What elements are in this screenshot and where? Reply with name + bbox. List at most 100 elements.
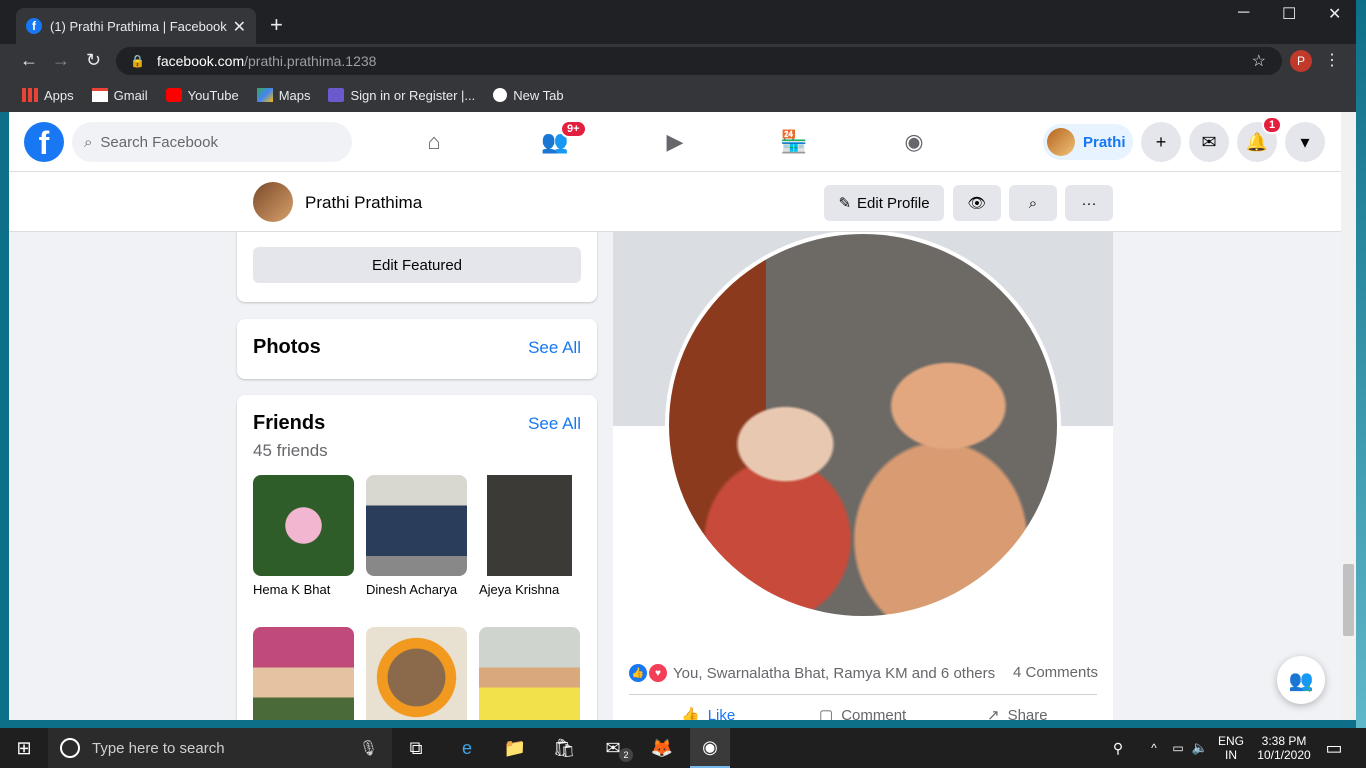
action-center-icon[interactable]: ▭ <box>1322 736 1346 760</box>
photos-see-all-link[interactable]: See All <box>528 338 581 358</box>
scroll-thumb[interactable] <box>1343 564 1354 636</box>
love-reaction-icon: ♥ <box>649 664 667 682</box>
avatar[interactable] <box>253 182 293 222</box>
youtube-icon <box>165 88 182 102</box>
comments-count-link[interactable]: 4 Comments <box>1013 664 1098 681</box>
edge-icon[interactable]: e <box>455 736 479 760</box>
tray-chevron-icon[interactable]: ^ <box>1142 736 1166 760</box>
firefox-icon[interactable]: 🦊 <box>650 736 674 760</box>
bookmark-youtube[interactable]: YouTube <box>165 88 239 103</box>
friends-title: Friends <box>253 412 326 434</box>
photos-title: Photos <box>253 336 321 358</box>
like-button[interactable]: 👍 Like <box>681 706 735 721</box>
forward-icon[interactable]: → <box>52 50 70 71</box>
page-scrollbar[interactable] <box>1341 112 1356 720</box>
mail-badge: 2 <box>619 748 633 762</box>
facebook-search-input[interactable]: ⌕ Search Facebook <box>72 122 352 162</box>
friend-photo <box>366 475 467 576</box>
window-close-icon[interactable]: ✕ <box>1328 4 1341 24</box>
bookmark-signin[interactable]: Sign in or Register |... <box>328 88 475 103</box>
eye-icon: 👁 <box>967 195 987 212</box>
bookmarks-bar: Apps Gmail YouTube Maps Sign in or Regis… <box>0 78 1356 112</box>
facebook-logo-icon[interactable]: f <box>24 122 64 162</box>
windows-start-icon[interactable]: ⊞ <box>12 736 36 760</box>
taskbar-search-input[interactable]: Type here to search 🎙 <box>48 728 392 768</box>
taskbar-search-placeholder: Type here to search <box>92 739 225 757</box>
maximize-icon[interactable]: ☐ <box>1282 4 1296 24</box>
people-taskbar-icon[interactable]: ⚲ <box>1106 736 1130 760</box>
microphone-icon[interactable]: 🎙 <box>359 739 378 757</box>
language-indicator[interactable]: ENG IN <box>1218 734 1244 762</box>
share-icon: ↗ <box>987 707 1000 720</box>
tab-title: (1) Prathi Prathima | Facebook <box>50 18 227 34</box>
bookmark-gmail[interactable]: Gmail <box>91 88 148 103</box>
marketplace-icon[interactable]: 🏪 <box>776 124 812 160</box>
new-tab-button[interactable]: + <box>270 12 283 38</box>
friend-tile[interactable] <box>366 627 467 720</box>
edit-profile-button[interactable]: ✎ Edit Profile <box>824 185 944 221</box>
watch-icon[interactable]: ▶ <box>657 124 693 160</box>
photos-card: Photos See All <box>237 319 597 379</box>
home-icon[interactable]: ⌂ <box>416 124 452 160</box>
reactions-text: You, Swarnalatha Bhat, Ramya KM and 6 ot… <box>673 664 996 682</box>
browser-chrome: f (1) Prathi Prathima | Facebook ✕ + ─ ☐… <box>0 0 1356 112</box>
profile-name[interactable]: Prathi Prathima <box>305 193 422 213</box>
friend-tile[interactable] <box>479 627 580 720</box>
like-reaction-icon: 👍 <box>629 664 647 682</box>
friend-tile[interactable] <box>253 627 354 720</box>
profile-picture-photo[interactable] <box>665 232 1061 620</box>
address-row: ← → ↻ 🔒 facebook.com/prathi.prathima.123… <box>0 44 1356 78</box>
friend-tile[interactable]: Dinesh Acharya <box>366 475 467 597</box>
friends-card: Friends See All 45 friends Hema K Bhat D… <box>237 395 597 720</box>
browser-profile-avatar[interactable]: P <box>1290 50 1312 72</box>
lock-icon: 🔒 <box>130 54 145 68</box>
bookmark-maps[interactable]: Maps <box>256 88 310 103</box>
back-icon[interactable]: ← <box>20 50 38 71</box>
share-button[interactable]: ↗ Share <box>987 706 1048 721</box>
view-as-button[interactable]: 👁 <box>953 185 1001 221</box>
globe-icon <box>493 88 508 102</box>
profile-search-button[interactable]: ⌕ <box>1009 185 1057 221</box>
chrome-taskbar-icon[interactable]: ◉ <box>690 728 730 768</box>
me-profile-chip[interactable]: Prathi <box>1043 124 1133 160</box>
create-icon[interactable]: + <box>1141 122 1181 162</box>
groups-icon[interactable]: ◉ <box>896 124 932 160</box>
friend-tile[interactable]: Hema K Bhat <box>253 475 354 597</box>
browser-tab[interactable]: f (1) Prathi Prathima | Facebook ✕ <box>16 8 256 44</box>
contacts-badge: 4 <box>1305 684 1311 694</box>
profile-content: Edit Featured Photos See All Friends See… <box>9 232 1341 720</box>
friend-tile[interactable]: Ajeya Krishna <box>479 475 580 597</box>
battery-icon[interactable]: ▭ <box>1166 736 1190 760</box>
search-icon: ⌕ <box>1028 194 1038 212</box>
address-bar[interactable]: 🔒 facebook.com/prathi.prathima.1238 <box>116 47 1282 75</box>
edit-featured-button[interactable]: Edit Featured <box>253 247 581 283</box>
bookmark-star-icon[interactable]: ☆ <box>1252 51 1266 71</box>
file-explorer-icon[interactable]: 📁 <box>503 736 527 760</box>
messenger-icon[interactable]: ✉ <box>1189 122 1229 162</box>
volume-icon[interactable]: 🔈 <box>1188 736 1212 760</box>
apps-grid-icon <box>22 88 38 102</box>
account-menu-icon[interactable]: ▾ <box>1285 122 1325 162</box>
bookmark-apps[interactable]: Apps <box>22 88 74 103</box>
browser-menu-icon[interactable]: ⋮ <box>1324 50 1340 70</box>
task-view-icon[interactable]: ⧉ <box>404 736 428 760</box>
more-options-button[interactable]: ··· <box>1065 185 1113 221</box>
store-icon[interactable]: 🛍 <box>552 736 576 760</box>
post-reactions[interactable]: 👍 ♥ You, Swarnalatha Bhat, Ramya KM and … <box>629 664 995 682</box>
friends-count: 45 friends <box>253 441 328 460</box>
friends-see-all-link[interactable]: See All <box>528 414 581 434</box>
profile-sticky-bar: Prathi Prathima ✎ Edit Profile 👁 ⌕ ··· <box>9 172 1341 232</box>
notifications-badge: 1 <box>1262 116 1283 134</box>
comment-button[interactable]: ▢ Comment <box>819 706 906 721</box>
friend-name: Dinesh Acharya <box>366 582 458 597</box>
friend-photo <box>479 627 580 720</box>
minimize-icon[interactable]: ─ <box>1238 4 1249 22</box>
bookmark-newtab[interactable]: New Tab <box>493 88 564 103</box>
contacts-float-button[interactable]: 👥 4 <box>1277 656 1325 704</box>
reload-icon[interactable]: ↻ <box>86 50 101 71</box>
close-tab-icon[interactable]: ✕ <box>233 17 246 37</box>
clock[interactable]: 3:38 PM 10/1/2020 <box>1256 734 1312 762</box>
friend-photo <box>366 627 467 720</box>
site-icon <box>328 88 345 102</box>
search-placeholder: Search Facebook <box>100 133 218 151</box>
